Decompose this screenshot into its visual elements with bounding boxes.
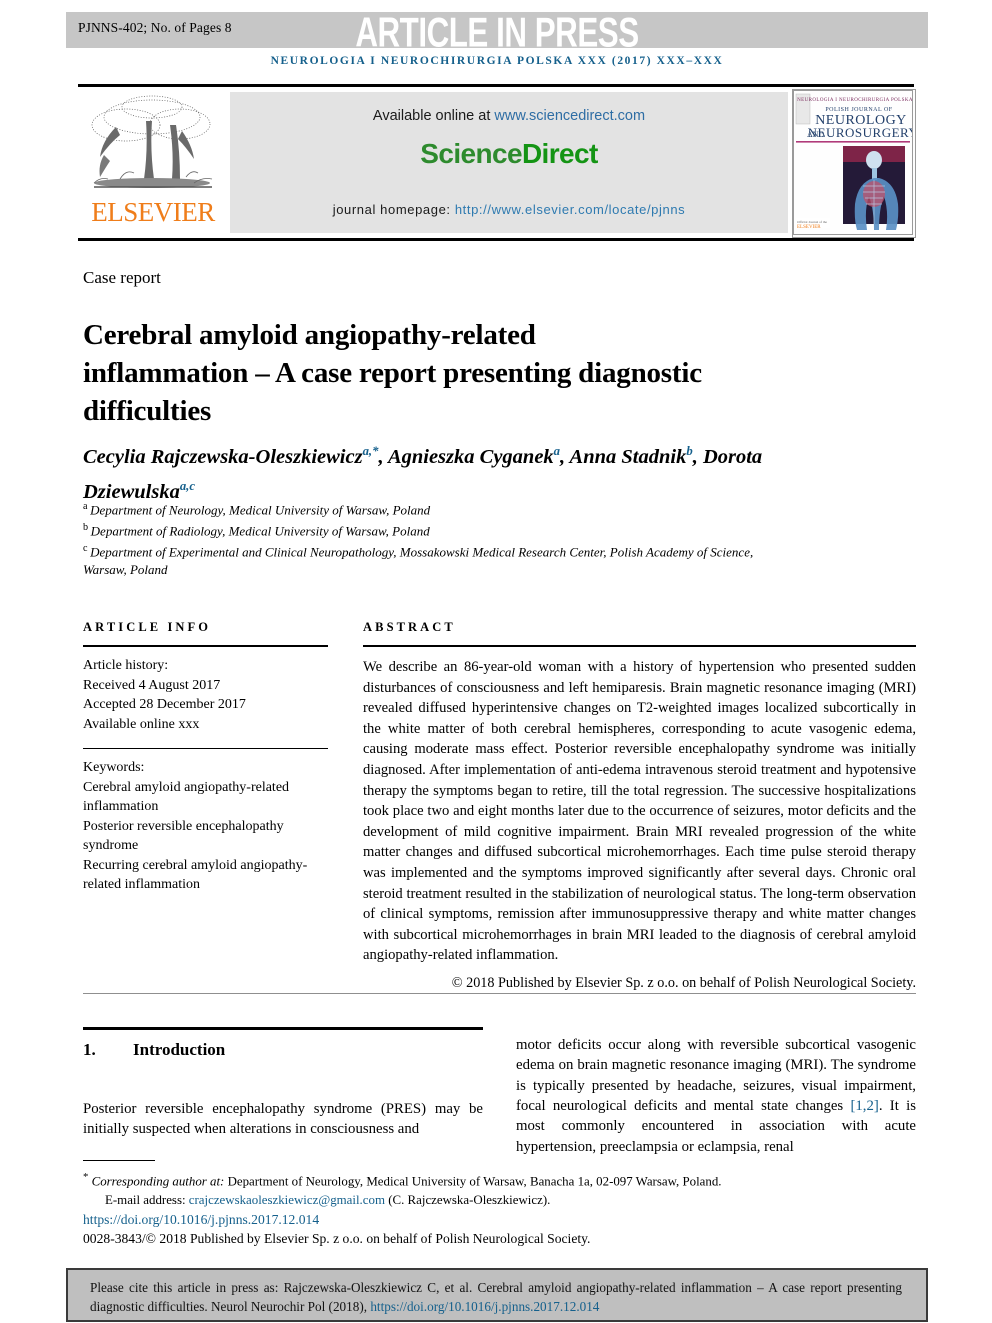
- abstract-heading: ABSTRACT: [363, 620, 456, 634]
- section-title: Introduction: [133, 1040, 226, 1059]
- received-date: Received 4 August 2017: [83, 677, 221, 693]
- affiliation-marker: a: [83, 501, 88, 512]
- journal-cover-artwork: NEUROLOGIA I NEUROCHIRURGIA POLSKA POLIS…: [793, 90, 915, 235]
- email-footnote: E-mail address: crajczewskaoleszkiewicz@…: [83, 1191, 916, 1209]
- intro-paragraph-right: motor deficits occur along with reversib…: [516, 1035, 916, 1157]
- author-affil-marker: b: [686, 444, 693, 458]
- affiliation-item: a Department of Neurology, Medical Unive…: [83, 498, 783, 519]
- corresponding-author-label: Corresponding author at:: [91, 1174, 225, 1189]
- affiliation-marker: b: [83, 521, 89, 533]
- page-title: Cerebral amyloid angiopathy-related infl…: [83, 319, 702, 428]
- author-affil-marker: a,*: [362, 444, 379, 458]
- journal-cover-thumbnail: NEUROLOGIA I NEUROCHIRURGIA POLSKA POLIS…: [792, 89, 916, 238]
- journal-homepage-label: journal homepage:: [332, 202, 451, 217]
- abstract-copyright: © 2018 Published by Elsevier Sp. z o.o. …: [451, 974, 916, 991]
- svg-text:NEUROSURGERY: NEUROSURGERY: [808, 125, 913, 140]
- email-address-label: E-mail address:: [105, 1192, 186, 1207]
- keyword-item: Posterior reversible encephalopathy synd…: [83, 818, 284, 854]
- keyword-item: Cerebral amyloid angiopathy-related infl…: [83, 779, 290, 815]
- affiliation-marker: c: [83, 542, 88, 554]
- body-column-right: motor deficits occur along with reversib…: [516, 1020, 916, 1172]
- keywords-block: Keywords: Cerebral amyloid angiopathy-re…: [83, 749, 328, 895]
- svg-text:Official Journal of the: Official Journal of the: [797, 220, 827, 224]
- article-info-heading: ARTICLE INFO: [83, 620, 212, 634]
- journal-homepage-url[interactable]: http://www.elsevier.com/locate/pjnns: [455, 202, 685, 217]
- corresponding-author-address: Department of Neurology, Medical Univers…: [224, 1174, 722, 1189]
- body-column-left: 1. Introduction Posterior reversible ence…: [83, 1027, 483, 1154]
- elsevier-tree-icon: [91, 95, 213, 188]
- journal-running-head: NEUROLOGIA I NEUROCHIRURGIA POLSKA XXX (…: [270, 55, 724, 67]
- doi-link[interactable]: https://doi.org/10.1016/j.pjnns.2017.12.…: [83, 1209, 916, 1229]
- abstract-body: We describe an 86-year-old woman with a …: [363, 659, 916, 964]
- sciencedirect-url-link[interactable]: www.sciencedirect.com: [494, 108, 645, 124]
- affiliation-item: b Department of Radiology, Medical Unive…: [83, 519, 783, 540]
- masthead: ELSEVIER Available online at www.science…: [78, 87, 916, 238]
- available-online-date: Available online xxx: [83, 716, 200, 732]
- corresponding-author-marker: *: [83, 1171, 89, 1183]
- article-type-label: Case report: [83, 268, 161, 287]
- available-online-label: Available online at: [372, 108, 491, 124]
- svg-text:NEUROLOGIA I NEUROCHIRURGIA PO: NEUROLOGIA I NEUROCHIRURGIA POLSKA: [797, 98, 913, 103]
- cite-this-article-box: Please cite this article in press as: Ra…: [66, 1268, 928, 1322]
- affiliation-item: c Department of Experimental and Clinica…: [83, 540, 783, 579]
- available-online-line: Available online at www.sciencedirect.co…: [230, 108, 788, 124]
- section-heading-introduction: 1. Introduction: [83, 1030, 483, 1060]
- cite-this-article-text: Please cite this article in press as: Ra…: [90, 1278, 902, 1316]
- article-history-block: Article history: Received 4 August 2017 …: [83, 647, 328, 734]
- intro-paragraph-left: Posterior reversible encephalopathy synd…: [83, 1100, 483, 1138]
- cite-doi-link[interactable]: https://doi.org/10.1016/j.pjnns.2017.12.…: [370, 1299, 599, 1314]
- email-address-owner: (C. Rajczewska-Oleszkiewicz).: [388, 1192, 551, 1207]
- reference-citation-link[interactable]: [1,2]: [850, 1098, 878, 1114]
- elsevier-logo: ELSEVIER: [78, 87, 228, 238]
- svg-text:ELSEVIER: ELSEVIER: [797, 225, 821, 230]
- manuscript-id-runhead: PJNNS-402; No. of Pages 8: [78, 20, 232, 35]
- accepted-date: Accepted 28 December 2017: [83, 697, 246, 712]
- footnote-block: * Corresponding author at: Department of…: [83, 1168, 916, 1248]
- author-affil-marker: a: [553, 444, 561, 458]
- sciencedirect-banner: Available online at www.sciencedirect.co…: [230, 92, 788, 233]
- email-address-link[interactable]: crajczewskaoleszkiewicz@gmail.com: [189, 1193, 385, 1207]
- sciencedirect-logo-direct: Direct: [521, 138, 598, 169]
- keywords-label: Keywords:: [83, 760, 145, 775]
- footnote-rule: [83, 1160, 155, 1161]
- article-in-press-band: ARTICLE IN PRESS PJNNS-402; No. of Pages…: [66, 9, 928, 55]
- article-page: ARTICLE IN PRESS PJNNS-402; No. of Pages…: [0, 0, 992, 1323]
- keyword-item: Recurring cerebral amyloid angiopathy-re…: [83, 857, 308, 893]
- affiliation-text: Department of Experimental and Clinical …: [83, 544, 754, 577]
- affiliation-list: a Department of Neurology, Medical Unive…: [83, 498, 783, 578]
- masthead-rule-bottom: [78, 238, 914, 241]
- issn-copyright-line: 0028-3843/© 2018 Published by Elsevier S…: [83, 1230, 591, 1246]
- sciencedirect-logo-science: Science: [420, 138, 522, 169]
- corresponding-author-footnote: * Corresponding author at: Department of…: [83, 1168, 916, 1191]
- affiliation-text: Department of Neurology, Medical Univers…: [90, 502, 431, 518]
- journal-homepage-line: journal homepage: http://www.elsevier.co…: [230, 202, 788, 217]
- article-history-label: Article history:: [83, 658, 169, 673]
- abstract-separator-rule: [83, 993, 916, 994]
- author-affil-marker: a,c: [179, 478, 195, 493]
- section-number: 1.: [83, 1040, 96, 1059]
- author-list: Cecylia Rajczewska-Oleszkiewicza,*, Agni…: [83, 444, 763, 503]
- abstract-column: ABSTRACT We describe an 86-year-old woma…: [363, 620, 916, 993]
- sciencedirect-logo[interactable]: ScienceDirect: [230, 138, 788, 170]
- article-info-column: ARTICLE INFO Article history: Received 4…: [83, 620, 328, 895]
- affiliation-text: Department of Radiology, Medical Univers…: [90, 523, 430, 539]
- elsevier-wordmark: ELSEVIER: [91, 197, 215, 227]
